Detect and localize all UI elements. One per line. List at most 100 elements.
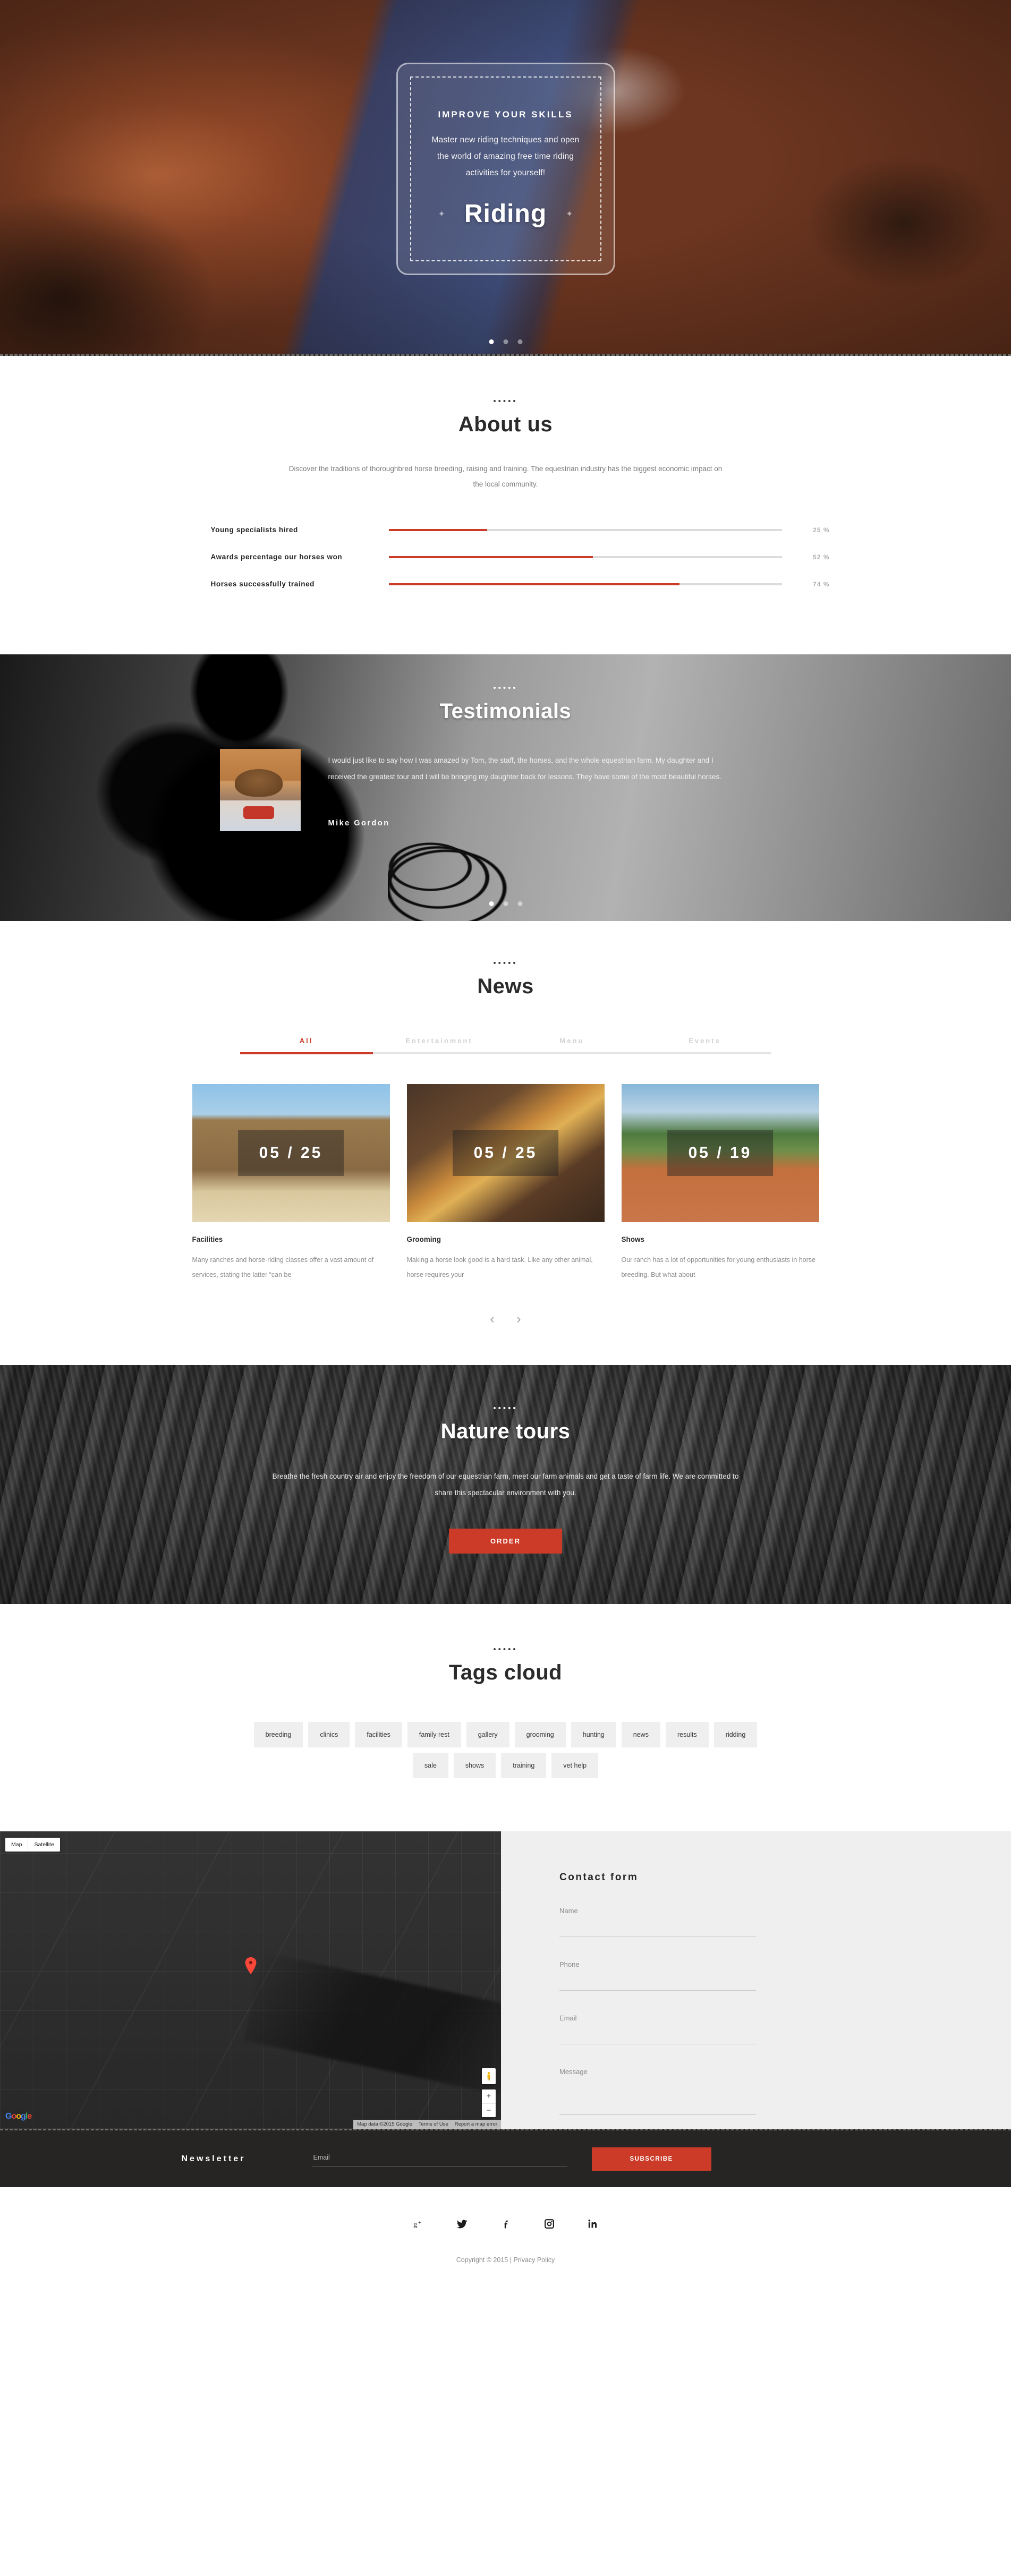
tag-hunting[interactable]: hunting [571,1722,616,1748]
hero-slider-dot-3[interactable] [517,339,522,344]
section-dots-tours: ••••• [493,1404,518,1413]
nature-tours-lead: Breathe the fresh country air and enjoy … [272,1472,739,1497]
tab-menu[interactable]: Menu [506,1037,639,1052]
tag-results[interactable]: results [665,1722,709,1748]
hero-card-inner: IMPROVE YOUR SKILLS Master new riding te… [410,76,601,261]
subscribe-button[interactable]: SUBSCRIBE [591,2147,711,2171]
phone-input[interactable] [559,1978,756,1991]
news-card[interactable]: 05 / 19 Shows Our ranch has a lot of opp… [621,1084,819,1282]
tag-news[interactable]: news [621,1722,660,1748]
news-card-image: 05 / 25 [406,1084,605,1223]
tag-clinics[interactable]: clinics [308,1722,350,1748]
contact-section: Map Satellite + − Google Map data ©2015 … [0,1831,1011,2157]
newsletter-email-input[interactable] [312,2151,567,2168]
section-dots-testimonials: ••••• [493,684,518,693]
about-lead-text: Discover the traditions of thoroughbred … [288,465,723,489]
skill-label: Awards percentage our horses won [210,553,343,561]
skill-track [388,583,782,585]
hero-subtitle: Master new riding techniques and open th… [431,135,580,177]
facebook-icon[interactable] [499,2217,513,2231]
google-logo: Google [5,2112,32,2121]
map-terms-of-use-link[interactable]: Terms of Use [419,2121,448,2127]
news-card-excerpt: Making a horse look good is a hard task.… [406,1256,593,1278]
tab-entertainment[interactable]: Entertainment [373,1037,506,1052]
tag-grooming[interactable]: grooming [514,1722,566,1748]
map-zoom-controls: + − [482,2089,496,2118]
page-root: IMPROVE YOUR SKILLS Master new riding te… [0,0,1011,2298]
order-button[interactable]: ORDER [449,1529,562,1554]
message-textarea[interactable] [559,2085,756,2116]
contact-form-title: Contact form [559,1872,639,1883]
twitter-icon[interactable] [455,2217,469,2231]
tag-sale[interactable]: sale [412,1753,448,1779]
field-name: Name [559,1907,756,1938]
zoom-out-button[interactable]: − [482,2103,496,2118]
tag-gallery[interactable]: gallery [466,1722,509,1748]
testimonials-slider-dot-3[interactable] [517,901,522,907]
instagram-icon[interactable] [542,2217,556,2231]
news-card-category: Grooming [406,1235,441,1244]
tag-breeding[interactable]: breeding [253,1722,303,1748]
testimonials-slider-dot-2[interactable] [503,901,508,907]
map-canvas [0,1831,501,2129]
news-card[interactable]: 05 / 25 Grooming Making a horse look goo… [406,1084,605,1282]
skill-fill [388,556,593,558]
linkedin-icon[interactable] [586,2217,600,2231]
tag-family-rest[interactable]: family rest [407,1722,461,1748]
tag-training[interactable]: training [501,1753,547,1779]
hero-card: IMPROVE YOUR SKILLS Master new riding te… [396,63,615,275]
tag-shows[interactable]: shows [453,1753,496,1779]
newsletter-field [312,2151,567,2168]
hero-slider-dot-2[interactable] [503,339,508,344]
tab-events[interactable]: Events [639,1037,771,1052]
map-type-map-button[interactable]: Map [5,1838,28,1852]
field-label-email: Email [559,2014,577,2023]
about-section: ••••• About us Discover the traditions o… [0,356,1011,653]
tag-vet-help[interactable]: vet help [551,1753,599,1779]
news-carousel-controls: ‹ › [0,1313,1011,1326]
tags-row-2: sale shows training vet help [182,1753,830,1779]
hero-slider-dots[interactable] [489,339,522,344]
news-card-image: 05 / 19 [621,1084,819,1223]
tag-ridding[interactable]: ridding [713,1722,758,1748]
skill-track [388,556,782,558]
news-card-image: 05 / 25 [192,1084,390,1223]
hero-kicker: IMPROVE YOUR SKILLS [438,109,573,120]
chevron-left-icon[interactable]: ‹ [488,1313,497,1326]
chevron-right-icon[interactable]: › [515,1313,523,1326]
skill-row: Horses successfully trained 74 % [182,580,830,588]
field-label-phone: Phone [559,1960,580,1969]
hero-slider-dot-1[interactable] [489,339,494,344]
skill-percent: 25 % [813,526,830,534]
tag-facilities[interactable]: facilities [355,1722,402,1748]
tags-row-1: breeding clinics facilities family rest … [182,1722,830,1748]
news-section: ••••• News All Entertainment Menu Events… [0,921,1011,1366]
tab-all[interactable]: All [240,1037,373,1052]
map-type-satellite-button[interactable]: Satellite [28,1838,60,1852]
hero-title: Riding [464,200,547,228]
nature-tours-section: ••••• Nature tours Breathe the fresh cou… [0,1365,1011,1605]
testimonials-slider-dot-1[interactable] [489,901,494,907]
map-report-error-link[interactable]: Report a map error [455,2121,497,2127]
skills-list: Young specialists hired 25 % Awards perc… [182,526,830,588]
star-icon-left: ✦ [438,209,445,219]
name-input[interactable] [559,1924,756,1938]
site-footer: g + Copyright © 2015 | Privacy Policy [0,2187,1011,2298]
google-map[interactable]: Map Satellite + − Google Map data ©2015 … [0,1831,501,2129]
star-icon-right: ✦ [566,209,573,219]
copyright-text: Copyright © 2015 | Privacy Policy [456,2256,555,2264]
map-marker-pin[interactable] [245,1957,257,1974]
testimonial-avatar [219,749,301,832]
street-view-pegman-icon[interactable] [482,2068,496,2085]
zoom-in-button[interactable]: + [482,2089,496,2104]
map-type-controls: Map Satellite [5,1838,60,1852]
news-card-category: Shows [621,1235,645,1244]
skill-fill [388,528,487,531]
google-plus-icon[interactable]: g + [412,2217,426,2231]
testimonials-slider-dots[interactable] [489,901,522,907]
email-input[interactable] [559,2032,756,2045]
testimonials-rope [388,830,600,922]
news-card[interactable]: 05 / 25 Facilities Many ranches and hors… [192,1084,390,1282]
svg-text:g: g [413,2220,417,2229]
news-card-category: Facilities [192,1235,223,1244]
